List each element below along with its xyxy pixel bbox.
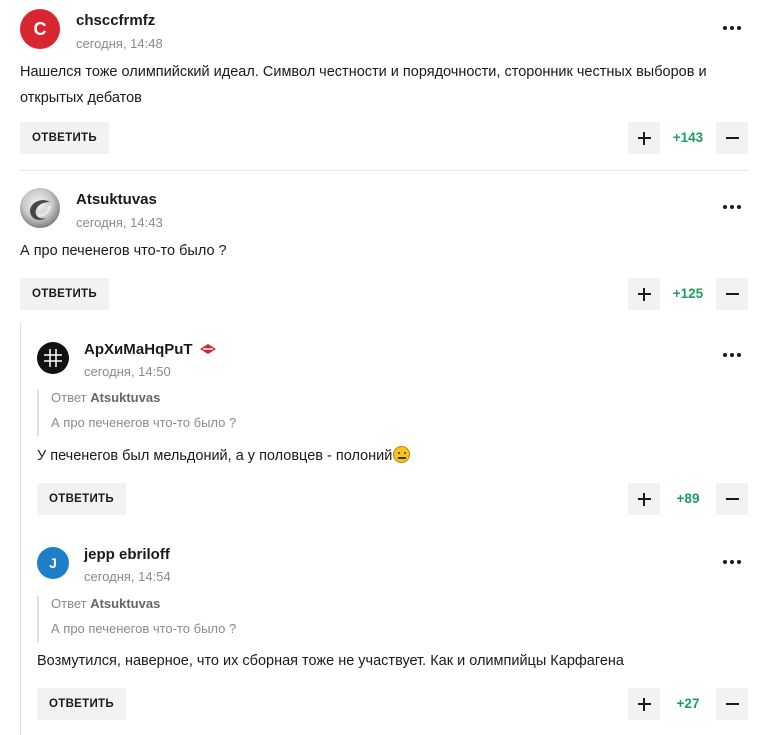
comment-time: сегодня, 14:50 [84, 364, 171, 379]
quote-author: Ответ Atsuktuvas [51, 390, 161, 405]
downvote-button[interactable] [716, 122, 748, 154]
quote-text: А про печенегов что-то было ? [51, 415, 237, 430]
minus-icon [725, 703, 739, 705]
more-options-icon[interactable] [720, 19, 744, 37]
comment-text: У печенегов был мельдоний, а у половцев … [37, 443, 717, 469]
comment-text: Нашелся тоже олимпийский идеал. Символ ч… [20, 64, 707, 106]
avatar[interactable]: J [37, 547, 69, 579]
vote-score: +89 [676, 491, 700, 506]
chrome-logo-icon [30, 200, 52, 220]
more-options-icon[interactable] [720, 198, 744, 216]
downvote-button[interactable] [716, 483, 748, 515]
comment-time: сегодня, 14:43 [76, 215, 163, 230]
avatar[interactable]: C [20, 9, 60, 49]
quote-author: Ответ Atsuktuvas [51, 596, 161, 611]
spartak-badge-icon [200, 344, 216, 354]
vote-score: +27 [676, 696, 700, 711]
hash-logo-icon [44, 349, 62, 367]
avatar[interactable] [37, 342, 69, 374]
avatar[interactable] [20, 188, 60, 228]
upvote-button[interactable] [628, 688, 660, 720]
avatar-letter: J [49, 555, 57, 571]
comment-time: сегодня, 14:54 [84, 569, 171, 584]
minus-icon [725, 293, 739, 295]
reply-button[interactable]: ОТВЕТИТЬ [37, 688, 126, 720]
comment-author[interactable]: АрХиМаНqРuТ [84, 341, 193, 358]
reply-quote[interactable]: Ответ Atsuktuvas А про печенегов что-то … [37, 596, 236, 642]
downvote-button[interactable] [716, 688, 748, 720]
comment-text: А про печенегов что-то было ? [20, 243, 227, 259]
comment-author[interactable]: Atsuktuvas [76, 191, 157, 208]
upvote-button[interactable] [628, 122, 660, 154]
downvote-button[interactable] [716, 278, 748, 310]
more-options-icon[interactable] [720, 553, 744, 571]
thread-line [20, 322, 21, 735]
quote-text: А про печенегов что-то было ? [51, 621, 237, 636]
comment-time: сегодня, 14:48 [76, 36, 163, 51]
reply-button[interactable]: ОТВЕТИТЬ [37, 483, 126, 515]
reply-button[interactable]: ОТВЕТИТЬ [20, 122, 109, 154]
neutral-face-emoji [393, 446, 411, 463]
upvote-button[interactable] [628, 483, 660, 515]
more-options-icon[interactable] [720, 346, 744, 364]
reply-button[interactable]: ОТВЕТИТЬ [20, 278, 109, 310]
vote-score: +143 [672, 130, 704, 145]
divider [20, 170, 748, 171]
comment-text: Возмутился, наверное, что их сборная тож… [37, 653, 624, 669]
comment-author[interactable]: jepp ebriloff [84, 546, 170, 563]
comment-author[interactable]: chsccfrmfz [76, 12, 155, 29]
avatar-letter: C [33, 18, 47, 39]
minus-icon [725, 137, 739, 139]
vote-score: +125 [672, 286, 704, 301]
minus-icon [725, 498, 739, 500]
reply-quote[interactable]: Ответ Atsuktuvas А про печенегов что-то … [37, 390, 236, 436]
upvote-button[interactable] [628, 278, 660, 310]
